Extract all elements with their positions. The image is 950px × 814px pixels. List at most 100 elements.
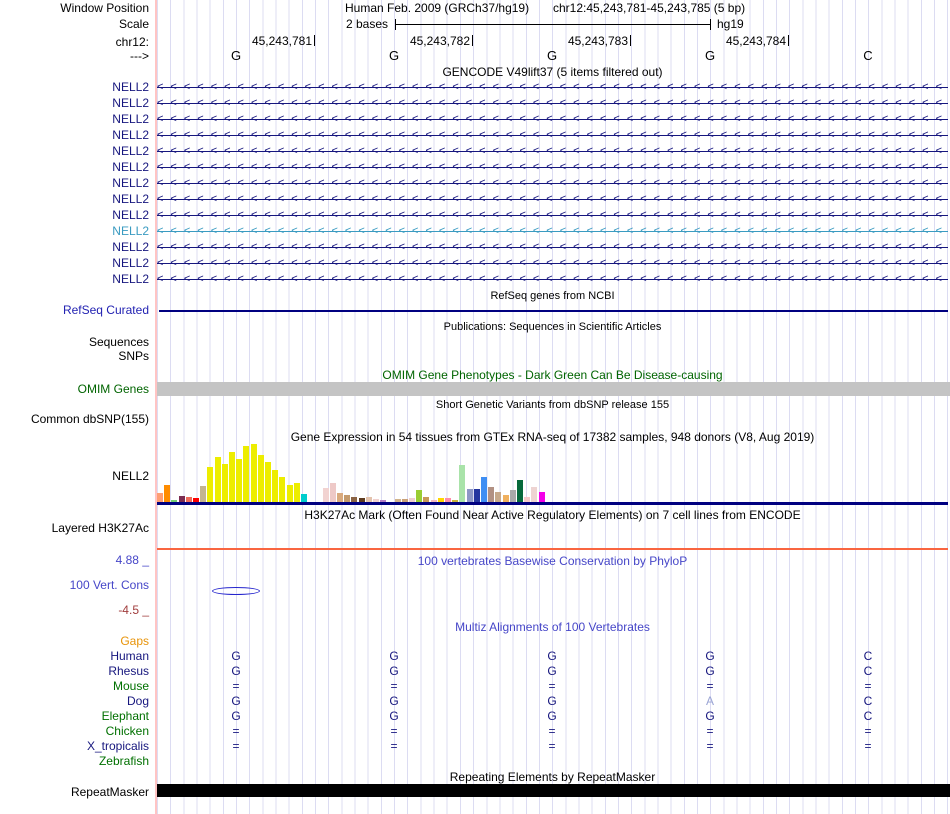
gtex-expression-bar[interactable] (272, 470, 278, 502)
gencode-transcript-row[interactable]: <<<<<<<<<<<<<<<<<<<<<<<<<<<<<<<<<<<<<<<<… (157, 129, 948, 142)
gencode-gene-label[interactable]: NELL2 (0, 96, 149, 110)
multiz-alignment-base: G (547, 649, 557, 663)
gtex-expression-bar[interactable] (157, 493, 163, 502)
gencode-gene-label[interactable]: NELL2 (0, 80, 149, 94)
gencode-gene-label[interactable]: NELL2 (0, 224, 149, 238)
h3k27ac-track-title[interactable]: H3K27Ac Mark (Often Found Near Active Re… (157, 508, 948, 522)
gtex-expression-bar[interactable] (337, 493, 343, 502)
gtex-expression-bar[interactable] (344, 495, 350, 502)
conservation-signal-glyph[interactable] (212, 587, 260, 595)
multiz-species-label[interactable]: X_tropicalis (0, 739, 149, 753)
gencode-transcript-row[interactable]: <<<<<<<<<<<<<<<<<<<<<<<<<<<<<<<<<<<<<<<<… (157, 145, 948, 158)
gencode-gene-label[interactable]: NELL2 (0, 192, 149, 206)
gencode-transcript-row[interactable]: <<<<<<<<<<<<<<<<<<<<<<<<<<<<<<<<<<<<<<<<… (157, 257, 948, 270)
refseq-gene-line[interactable] (159, 310, 948, 312)
repeatmasker-element-bar[interactable] (157, 784, 950, 797)
multiz-alignment-base: G (389, 649, 399, 663)
gencode-transcript-row[interactable]: <<<<<<<<<<<<<<<<<<<<<<<<<<<<<<<<<<<<<<<<… (157, 273, 948, 286)
gencode-transcript-row[interactable]: <<<<<<<<<<<<<<<<<<<<<<<<<<<<<<<<<<<<<<<<… (157, 161, 948, 174)
gencode-transcript-row[interactable]: <<<<<<<<<<<<<<<<<<<<<<<<<<<<<<<<<<<<<<<<… (157, 241, 948, 254)
gtex-expression-bar[interactable] (251, 444, 257, 502)
conservation-track-label[interactable]: 100 Vert. Cons (0, 578, 149, 592)
gencode-transcript-row[interactable]: <<<<<<<<<<<<<<<<<<<<<<<<<<<<<<<<<<<<<<<<… (157, 177, 948, 190)
gtex-baseline (157, 502, 948, 505)
gtex-expression-bar[interactable] (517, 480, 523, 502)
gtex-expression-bar[interactable] (200, 486, 206, 502)
phylop-track-title[interactable]: 100 vertebrates Basewise Conservation by… (157, 554, 948, 568)
multiz-alignment-base: = (232, 679, 240, 693)
omim-gene-bar[interactable] (157, 382, 950, 396)
gtex-expression-bar[interactable] (279, 477, 285, 502)
multiz-alignment-base: G (547, 694, 557, 708)
gtex-expression-bar[interactable] (510, 490, 516, 502)
gtex-expression-bar[interactable] (503, 495, 509, 502)
gencode-gene-label[interactable]: NELL2 (0, 128, 149, 142)
multiz-species-label[interactable]: Dog (0, 694, 149, 708)
gencode-transcript-row[interactable]: <<<<<<<<<<<<<<<<<<<<<<<<<<<<<<<<<<<<<<<<… (157, 209, 948, 222)
gtex-expression-bar[interactable] (294, 483, 300, 502)
gtex-expression-bar[interactable] (229, 452, 235, 502)
common-dbsnp-label[interactable]: Common dbSNP(155) (0, 412, 149, 426)
layered-h3k27ac-label[interactable]: Layered H3K27Ac (0, 521, 149, 535)
gtex-track-title[interactable]: Gene Expression in 54 tissues from GTEx … (157, 430, 948, 444)
gencode-transcript-row[interactable]: <<<<<<<<<<<<<<<<<<<<<<<<<<<<<<<<<<<<<<<<… (157, 97, 948, 110)
sequences-label[interactable]: Sequences (0, 335, 149, 349)
base-letter: G (546, 48, 558, 63)
snps-label[interactable]: SNPs (0, 349, 149, 363)
multiz-species-label[interactable]: Rhesus (0, 664, 149, 678)
gtex-expression-bar[interactable] (416, 490, 422, 502)
gtex-expression-bar[interactable] (481, 477, 487, 502)
gtex-expression-bar[interactable] (474, 489, 480, 502)
gtex-expression-bar[interactable] (495, 492, 501, 502)
gencode-gene-label[interactable]: NELL2 (0, 144, 149, 158)
multiz-species-label[interactable]: Elephant (0, 709, 149, 723)
repeatmasker-track-title[interactable]: Repeating Elements by RepeatMasker (157, 770, 948, 784)
gencode-gene-label[interactable]: NELL2 (0, 112, 149, 126)
gencode-gene-label[interactable]: NELL2 (0, 176, 149, 190)
gtex-expression-bar[interactable] (323, 488, 329, 502)
multiz-species-label[interactable]: Zebrafish (0, 754, 149, 768)
dbsnp-track-title[interactable]: Short Genetic Variants from dbSNP releas… (157, 398, 948, 412)
multiz-species-label[interactable]: Chicken (0, 724, 149, 738)
repeatmasker-label[interactable]: RepeatMasker (0, 785, 149, 799)
gtex-gene-label[interactable]: NELL2 (0, 469, 149, 483)
multiz-alignment-base: = (232, 724, 240, 738)
gtex-expression-bar[interactable] (215, 457, 221, 502)
gencode-transcript-row[interactable]: <<<<<<<<<<<<<<<<<<<<<<<<<<<<<<<<<<<<<<<<… (157, 225, 948, 238)
gtex-expression-bar[interactable] (301, 494, 307, 502)
gencode-gene-label[interactable]: NELL2 (0, 256, 149, 270)
refseq-curated-label[interactable]: RefSeq Curated (0, 303, 149, 317)
gencode-transcript-row[interactable]: <<<<<<<<<<<<<<<<<<<<<<<<<<<<<<<<<<<<<<<<… (157, 193, 948, 206)
gtex-expression-bar[interactable] (236, 459, 242, 502)
omim-genes-label[interactable]: OMIM Genes (0, 382, 149, 396)
refseq-track-title[interactable]: RefSeq genes from NCBI (157, 289, 948, 303)
multiz-track-title[interactable]: Multiz Alignments of 100 Vertebrates (157, 620, 948, 634)
gtex-expression-bar[interactable] (222, 464, 228, 502)
gtex-expression-bar[interactable] (467, 489, 473, 502)
gtex-expression-bar[interactable] (164, 485, 170, 502)
multiz-species-label[interactable]: Human (0, 649, 149, 663)
multiz-species-label[interactable]: Mouse (0, 679, 149, 693)
gtex-expression-bar[interactable] (265, 462, 271, 502)
gencode-track-title[interactable]: GENCODE V49lift37 (5 items filtered out) (157, 65, 948, 79)
h3k27ac-signal-line[interactable] (157, 548, 948, 550)
gencode-gene-label[interactable]: NELL2 (0, 272, 149, 286)
gtex-expression-bar[interactable] (207, 467, 213, 502)
publications-track-title[interactable]: Publications: Sequences in Scientific Ar… (157, 320, 948, 334)
gencode-transcript-row[interactable]: <<<<<<<<<<<<<<<<<<<<<<<<<<<<<<<<<<<<<<<<… (157, 113, 948, 126)
gtex-expression-bar[interactable] (243, 446, 249, 502)
gtex-expression-bar[interactable] (287, 485, 293, 502)
omim-track-title[interactable]: OMIM Gene Phenotypes - Dark Green Can Be… (157, 368, 948, 382)
gtex-expression-bar[interactable] (488, 487, 494, 502)
multiz-species-label[interactable]: Gaps (0, 634, 149, 648)
gencode-gene-label[interactable]: NELL2 (0, 160, 149, 174)
gencode-gene-label[interactable]: NELL2 (0, 208, 149, 222)
gtex-expression-bar[interactable] (531, 487, 537, 502)
gtex-expression-bar[interactable] (330, 483, 336, 502)
gtex-expression-bar[interactable] (258, 455, 264, 502)
gtex-expression-bar[interactable] (459, 465, 465, 502)
base-letter: G (704, 48, 716, 63)
gencode-gene-label[interactable]: NELL2 (0, 240, 149, 254)
gtex-expression-bar[interactable] (539, 492, 545, 502)
gencode-transcript-row[interactable]: <<<<<<<<<<<<<<<<<<<<<<<<<<<<<<<<<<<<<<<<… (157, 81, 948, 94)
